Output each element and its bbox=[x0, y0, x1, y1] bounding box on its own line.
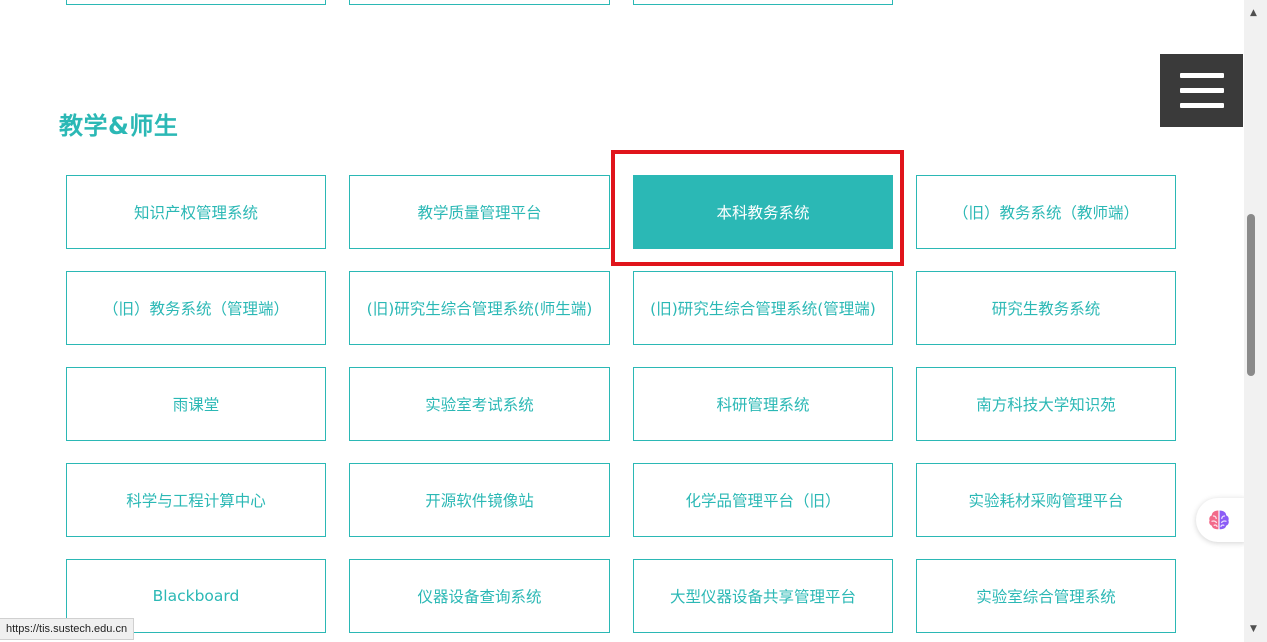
card-old-academic-admin[interactable]: （旧）教务系统（管理端） bbox=[66, 271, 326, 345]
arrow-down-icon[interactable]: ▼ bbox=[1250, 624, 1257, 634]
status-bar-url: https://tis.sustech.edu.cn bbox=[0, 618, 135, 640]
card-research-management[interactable]: 科研管理系统 bbox=[633, 367, 893, 441]
card-edge[interactable] bbox=[633, 0, 893, 5]
hamburger-menu-button[interactable] bbox=[1160, 54, 1243, 127]
card-large-equipment-sharing[interactable]: 大型仪器设备共享管理平台 bbox=[633, 559, 893, 633]
card-edge[interactable] bbox=[349, 0, 610, 5]
previous-section-edge bbox=[0, 0, 1244, 6]
card-mirror-site[interactable]: 开源软件镜像站 bbox=[349, 463, 610, 537]
card-rain-classroom[interactable]: 雨课堂 bbox=[66, 367, 326, 441]
card-grad-academic[interactable]: 研究生教务系统 bbox=[916, 271, 1176, 345]
card-lab-management[interactable]: 实验室综合管理系统 bbox=[916, 559, 1176, 633]
brain-icon bbox=[1209, 510, 1229, 530]
card-lab-supplies[interactable]: 实验耗材采购管理平台 bbox=[916, 463, 1176, 537]
card-teaching-quality[interactable]: 教学质量管理平台 bbox=[349, 175, 610, 249]
assistant-button[interactable] bbox=[1196, 498, 1246, 542]
card-undergrad-academic[interactable]: 本科教务系统 bbox=[633, 175, 893, 249]
card-computing-center[interactable]: 科学与工程计算中心 bbox=[66, 463, 326, 537]
section-title: 教学&师生 bbox=[59, 112, 179, 140]
card-chemical-management[interactable]: 化学品管理平台（旧） bbox=[633, 463, 893, 537]
hamburger-menu-icon bbox=[1179, 103, 1224, 108]
card-old-grad-teacher-student[interactable]: (旧)研究生综合管理系统(师生端) bbox=[349, 271, 610, 345]
card-ip-management[interactable]: 知识产权管理系统 bbox=[66, 175, 326, 249]
card-old-grad-admin[interactable]: (旧)研究生综合管理系统(管理端) bbox=[633, 271, 893, 345]
card-equipment-query[interactable]: 仪器设备查询系统 bbox=[349, 559, 610, 633]
scrollbar-thumb[interactable] bbox=[1247, 214, 1255, 376]
card-old-academic-teacher[interactable]: （旧）教务系统（教师端） bbox=[916, 175, 1176, 249]
card-lab-exam[interactable]: 实验室考试系统 bbox=[349, 367, 610, 441]
hamburger-menu-icon bbox=[1179, 73, 1224, 78]
card-knowledge-garden[interactable]: 南方科技大学知识苑 bbox=[916, 367, 1176, 441]
card-edge[interactable] bbox=[66, 0, 326, 5]
hamburger-menu-icon bbox=[1179, 88, 1224, 93]
arrow-up-icon[interactable]: ▲ bbox=[1250, 8, 1257, 18]
